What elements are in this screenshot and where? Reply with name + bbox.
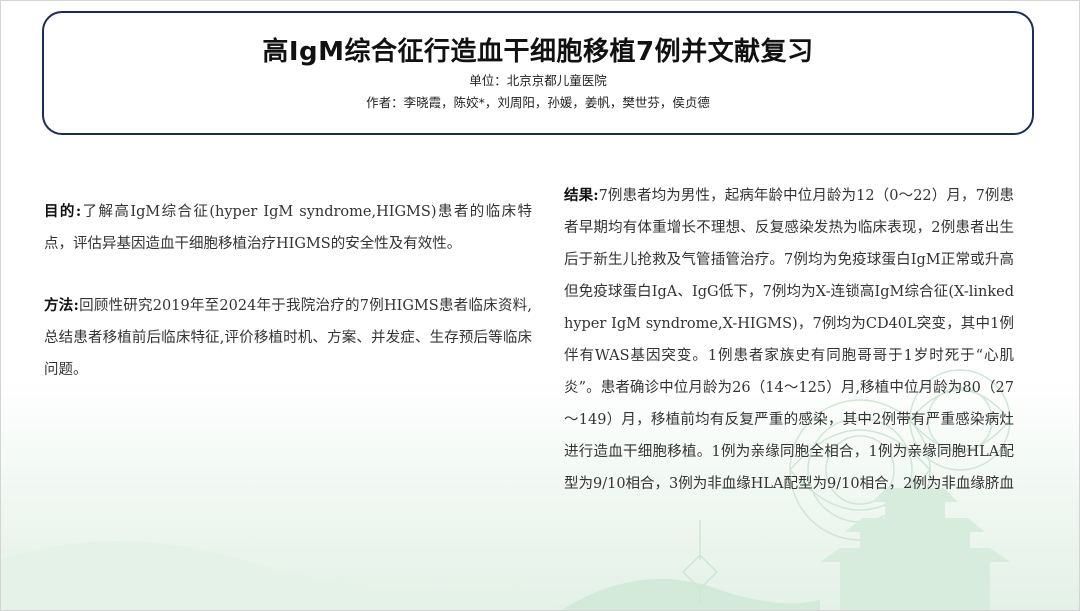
purpose-section: 目的:了解高IgM综合征(hyper IgM syndrome,HIGMS)患者… <box>44 196 532 260</box>
page-title: 高IgM综合征行造血干细胞移植7例并文献复习 <box>262 37 814 67</box>
results-text: 7例患者均为男性，起病年龄中位月龄为12（0～22）月，7例患者早期均有体重增长… <box>564 188 1014 492</box>
purpose-label: 目的: <box>44 203 82 220</box>
results-section: 结果:7例患者均为男性，起病年龄中位月龄为12（0～22）月，7例患者早期均有体… <box>564 180 1014 500</box>
slide: 高IgM综合征行造血干细胞移植7例并文献复习 单位：北京京都儿童医院 作者：李晓… <box>0 0 1080 611</box>
results-label: 结果: <box>564 187 599 204</box>
authors-line: 作者：李晓霞，陈姣*，刘周阳，孙媛，姜帆，樊世芬，侯贞德 <box>366 95 710 110</box>
affiliation-line: 单位：北京京都儿童医院 <box>469 73 607 88</box>
purpose-text: 了解高IgM综合征(hyper IgM syndrome,HIGMS)患者的临床… <box>44 204 532 252</box>
left-column: 目的:了解高IgM综合征(hyper IgM syndrome,HIGMS)患者… <box>44 196 532 386</box>
title-box: 高IgM综合征行造血干细胞移植7例并文献复习 单位：北京京都儿童医院 作者：李晓… <box>42 11 1034 135</box>
method-section: 方法:回顾性研究2019年至2024年于我院治疗的7例HIGMS患者临床资料,总… <box>44 290 532 386</box>
method-label: 方法: <box>44 297 79 314</box>
right-column: 结果:7例患者均为男性，起病年龄中位月龄为12（0～22）月，7例患者早期均有体… <box>564 180 1014 500</box>
method-text: 回顾性研究2019年至2024年于我院治疗的7例HIGMS患者临床资料,总结患者… <box>44 298 532 378</box>
